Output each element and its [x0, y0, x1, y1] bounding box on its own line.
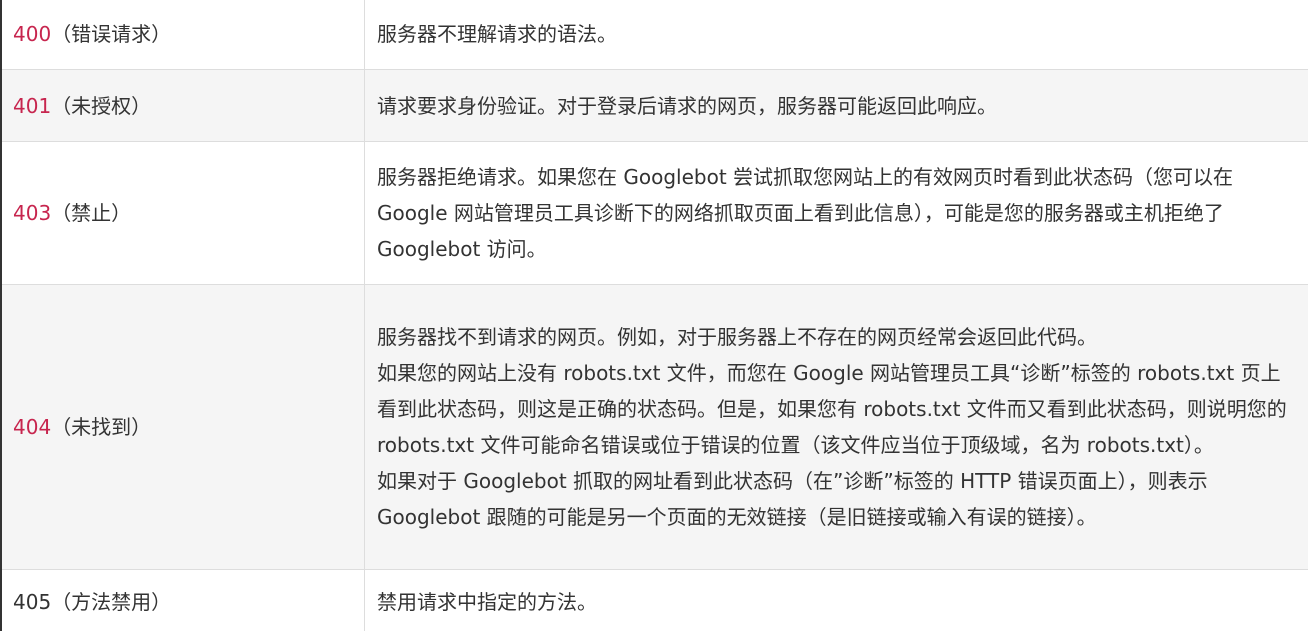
table-row: 401（未授权） 请求要求身份验证。对于登录后请求的网页，服务器可能返回此响应。 — [0, 69, 1308, 142]
status-description-paragraph: 如果对于 Googlebot 抓取的网址看到此状态码（在”诊断”标签的 HTTP… — [377, 469, 1208, 529]
table-row: 403（禁止） 服务器拒绝请求。如果您在 Googlebot 尝试抓取您网站上的… — [0, 141, 1308, 285]
status-code: 400 — [13, 22, 52, 46]
left-border-rule — [0, 0, 2, 631]
status-description: 请求要求身份验证。对于登录后请求的网页，服务器可能返回此响应。 — [377, 93, 997, 118]
status-label: （未找到） — [51, 415, 152, 439]
status-description-paragraph: 服务器找不到请求的网页。例如，对于服务器上不存在的网页经常会返回此代码。 — [377, 325, 1097, 349]
status-code: 403 — [13, 201, 52, 225]
table-row: 405（方法禁用） 禁用请求中指定的方法。 — [0, 569, 1308, 631]
status-description-cell: 服务器不理解请求的语法。 — [364, 0, 1308, 70]
status-description: 服务器拒绝请求。如果您在 Googlebot 尝试抓取您网站上的有效网页时看到此… — [377, 165, 1234, 261]
status-description: 禁用请求中指定的方法。 — [377, 590, 597, 614]
table-row: 404（未找到） 服务器找不到请求的网页。例如，对于服务器上不存在的网页经常会返… — [0, 284, 1308, 570]
status-description-cell: 禁用请求中指定的方法。 — [364, 569, 1308, 631]
status-label: （方法禁用） — [51, 590, 172, 614]
status-code-cell: 400（错误请求） — [0, 0, 365, 70]
status-code-cell: 404（未找到） — [0, 284, 365, 570]
status-code-cell: 403（禁止） — [0, 141, 365, 285]
status-code: 405 — [13, 590, 52, 614]
status-label: （错误请求） — [51, 22, 172, 46]
table-row: 400（错误请求） 服务器不理解请求的语法。 — [0, 0, 1308, 70]
status-label: （未授权） — [51, 93, 152, 118]
status-description-cell: 服务器找不到请求的网页。例如，对于服务器上不存在的网页经常会返回此代码。 如果您… — [364, 284, 1308, 570]
http-status-table: 400（错误请求） 服务器不理解请求的语法。 401（未授权） 请求要求身份验证… — [0, 0, 1308, 631]
status-description: 服务器不理解请求的语法。 — [377, 22, 617, 46]
status-code-cell: 401（未授权） — [0, 69, 365, 142]
status-description-cell: 服务器拒绝请求。如果您在 Googlebot 尝试抓取您网站上的有效网页时看到此… — [364, 141, 1308, 285]
status-description-cell: 请求要求身份验证。对于登录后请求的网页，服务器可能返回此响应。 — [364, 69, 1308, 142]
status-label: （禁止） — [51, 201, 132, 225]
status-description-paragraph: 如果您的网站上没有 robots.txt 文件，而您在 Google 网站管理员… — [377, 361, 1287, 457]
status-code: 404 — [13, 415, 52, 439]
status-code: 401 — [13, 93, 52, 118]
status-code-cell: 405（方法禁用） — [0, 569, 365, 631]
